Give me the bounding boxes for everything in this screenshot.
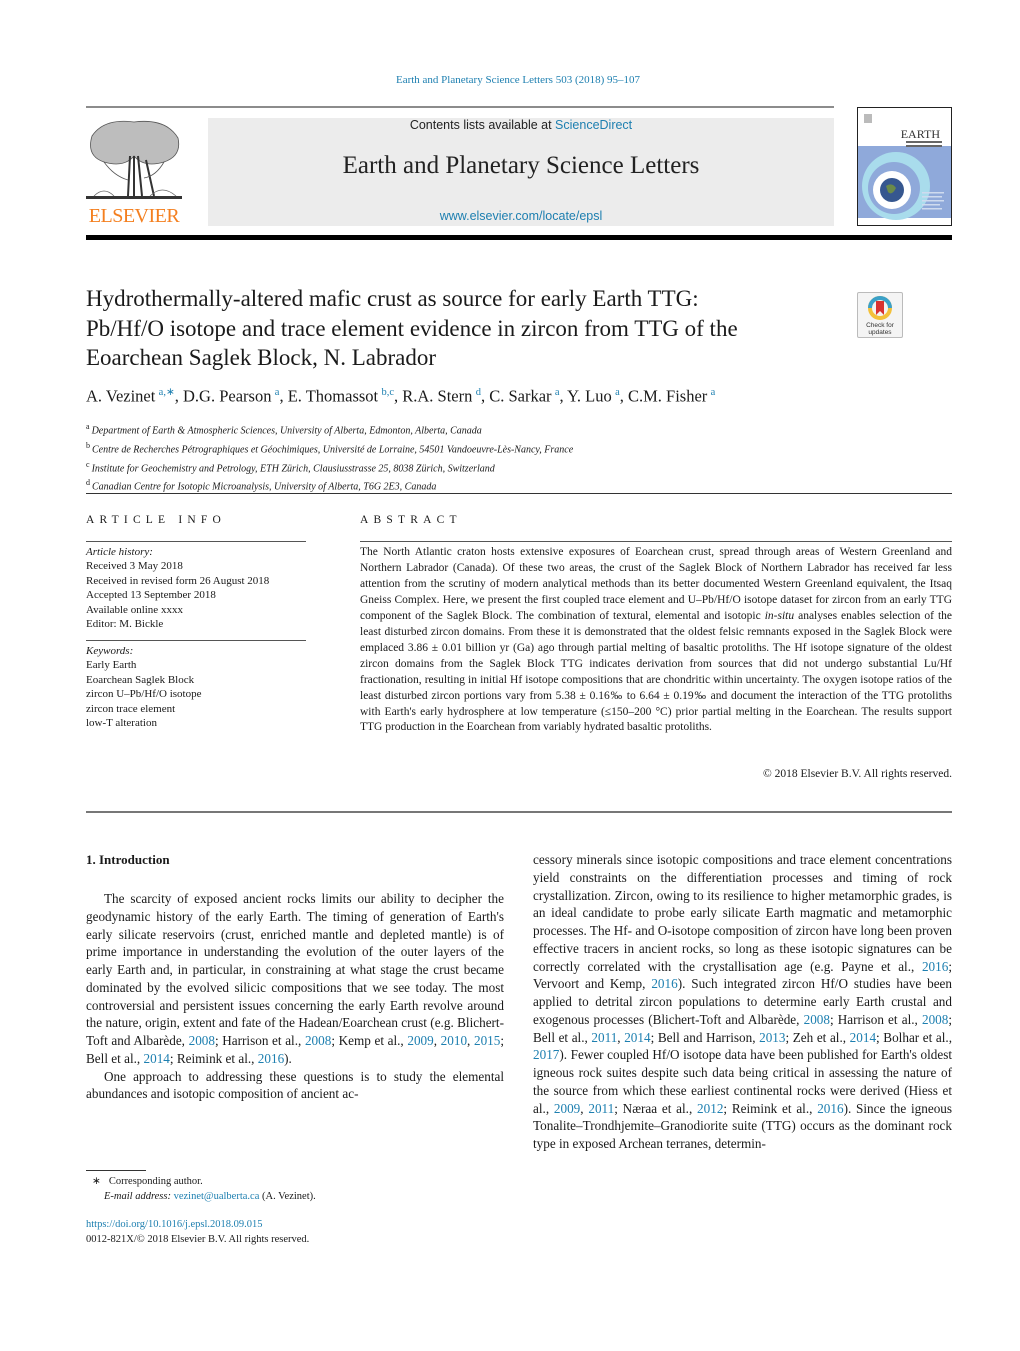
- doi-link[interactable]: https://doi.org/10.1016/j.epsl.2018.09.0…: [86, 1218, 309, 1233]
- citation-link[interactable]: 2014: [144, 1051, 170, 1066]
- contents-line: Contents lists available at ScienceDirec…: [208, 118, 834, 132]
- affiliation: c Institute for Geochemistry and Petrolog…: [86, 459, 495, 474]
- author-list: A. Vezinet a,∗, D.G. Pearson a, E. Thoma…: [86, 386, 716, 406]
- elsevier-tree-icon: [86, 120, 182, 199]
- check-for-updates-button[interactable]: Check for updates: [857, 292, 903, 338]
- citation-link[interactable]: 2009: [554, 1101, 580, 1116]
- body-rule: [86, 811, 952, 813]
- affiliations: a Department of Earth & Atmospheric Scien…: [86, 420, 573, 495]
- citation-link[interactable]: 2012: [697, 1101, 723, 1116]
- history-item: Accepted 13 September 2018: [86, 589, 216, 602]
- citation-link[interactable]: 2016: [258, 1051, 284, 1066]
- body-column-left: The scarcity of exposed ancient rocks li…: [86, 890, 504, 1103]
- journal-masthead: Contents lists available at ScienceDirec…: [208, 118, 834, 226]
- keyword: zircon U–Pb/Hf/O isotope: [86, 688, 202, 701]
- check-updates-label-2: updates: [868, 329, 892, 336]
- citation-link[interactable]: 2008: [305, 1033, 331, 1048]
- author-name[interactable]: D.G. Pearson: [183, 387, 271, 406]
- history-item: Editor: M. Bickle: [86, 618, 164, 631]
- abstract-copyright: © 2018 Elsevier B.V. All rights reserved…: [763, 768, 952, 780]
- check-updates-label-1: Check for: [866, 322, 895, 329]
- elsevier-logo[interactable]: ELSEVIER: [84, 116, 184, 228]
- author-name[interactable]: E. Thomassot: [288, 387, 378, 406]
- author-affiliation-mark[interactable]: a: [275, 387, 280, 398]
- affiliation: a Department of Earth & Atmospheric Scien…: [86, 422, 482, 437]
- author-affiliation-mark[interactable]: a: [555, 387, 560, 398]
- citation-link[interactable]: 2010: [441, 1033, 467, 1048]
- footnote-rule: [86, 1170, 146, 1171]
- citation-link[interactable]: 2014: [850, 1030, 876, 1045]
- title-line: Eoarchean Saglek Block, N. Labrador: [86, 345, 436, 370]
- article-history: Article history: Received 3 May 2018 Rec…: [86, 545, 269, 631]
- doi-block: https://doi.org/10.1016/j.epsl.2018.09.0…: [86, 1218, 309, 1247]
- citation-link[interactable]: 2008: [189, 1033, 215, 1048]
- keyword: Eoarchean Saglek Block: [86, 673, 195, 686]
- journal-url-link[interactable]: www.elsevier.com/locate/epsl: [208, 209, 834, 223]
- journal-cover-icon: EARTH: [858, 108, 951, 225]
- keyword: low-T alteration: [86, 717, 157, 730]
- abstract-text: The North Atlantic craton hosts extensiv…: [360, 546, 953, 734]
- footnote-marker: ∗: [92, 1176, 101, 1187]
- citation-link[interactable]: 2016: [922, 959, 948, 974]
- contents-prefix: Contents lists available at: [409, 118, 556, 132]
- author-name[interactable]: R.A. Stern: [402, 387, 472, 406]
- section-heading-introduction: 1. Introduction: [86, 852, 170, 867]
- journal-title: Earth and Planetary Science Letters: [342, 152, 700, 179]
- email-link[interactable]: vezinet@ualberta.ca: [174, 1191, 260, 1202]
- author-name[interactable]: C. Sarkar: [489, 387, 551, 406]
- body-column-right: cessory minerals since isotopic composit…: [533, 851, 952, 1153]
- history-item: Received 3 May 2018: [86, 560, 183, 573]
- article-info-heading: ARTICLE INFO: [86, 514, 226, 526]
- article-title: Hydrothermally-altered mafic crust as so…: [86, 284, 846, 373]
- paragraph: The scarcity of exposed ancient rocks li…: [86, 891, 505, 1066]
- keywords-label: Keywords:: [86, 645, 134, 657]
- article-info-rule: [86, 541, 306, 542]
- citation-link[interactable]: 2009: [407, 1033, 433, 1048]
- history-label: Article history:: [86, 546, 153, 558]
- history-item: Received in revised form 26 August 2018: [86, 574, 270, 587]
- keywords: Keywords: Early Earth Eoarchean Saglek B…: [86, 644, 201, 730]
- author-name[interactable]: Y. Luo: [567, 387, 612, 406]
- header-thick-rule: [86, 235, 952, 240]
- citation-link[interactable]: 2008: [804, 1012, 830, 1027]
- title-line: Pb/Hf/O isotope and trace element eviden…: [86, 315, 738, 341]
- corresponding-author-footnote: ∗ Corresponding author. E-mail address: v…: [92, 1176, 316, 1202]
- author-affiliation-mark[interactable]: d: [476, 387, 481, 398]
- issn-line: 0012-821X/© 2018 Elsevier B.V. All right…: [86, 1233, 310, 1245]
- paragraph: cessory minerals since isotopic composit…: [533, 852, 953, 1151]
- title-line: Hydrothermally-altered mafic crust as so…: [86, 286, 699, 311]
- cover-title: EARTH: [901, 127, 941, 141]
- citation-link[interactable]: 2013: [759, 1030, 785, 1045]
- history-item: Available online xxxx: [86, 603, 183, 616]
- journal-cover-thumbnail[interactable]: EARTH: [857, 107, 952, 226]
- author-affiliation-mark[interactable]: a: [615, 387, 620, 398]
- check-for-updates-icon: Check for updates: [866, 296, 895, 336]
- author-name[interactable]: C.M. Fisher: [628, 387, 707, 406]
- journal-citation-link[interactable]: Earth and Planetary Science Letters 503 …: [0, 74, 1020, 86]
- citation-link[interactable]: 2017: [533, 1047, 559, 1062]
- author-affiliation-mark[interactable]: a: [711, 387, 716, 398]
- citation-link[interactable]: 2016: [651, 976, 677, 991]
- author-affiliation-mark[interactable]: b,c: [381, 387, 394, 398]
- keywords-rule: [86, 640, 306, 641]
- affiliation: b Centre de Recherches Pétrographiques et…: [86, 440, 574, 456]
- citation-link[interactable]: 2016: [817, 1101, 843, 1116]
- sciencedirect-link[interactable]: ScienceDirect: [555, 118, 632, 132]
- citation-link[interactable]: 2011: [588, 1101, 614, 1116]
- author-name[interactable]: A. Vezinet: [86, 387, 155, 406]
- abstract-rule: [360, 541, 952, 542]
- header-rule: [86, 106, 834, 108]
- keyword: Early Earth: [86, 659, 137, 672]
- citation-link[interactable]: 2014: [624, 1030, 650, 1045]
- keyword: zircon trace element: [86, 702, 176, 715]
- elsevier-wordmark: ELSEVIER: [88, 205, 180, 227]
- citation-link[interactable]: 2011: [591, 1030, 617, 1045]
- citation-link[interactable]: 2015: [474, 1033, 500, 1048]
- author-affiliation-mark[interactable]: a,∗: [159, 387, 175, 398]
- paragraph: One approach to addressing these questio…: [86, 1068, 504, 1102]
- section-rule: [86, 493, 952, 494]
- citation-link[interactable]: 2008: [922, 1012, 948, 1027]
- abstract-heading: ABSTRACT: [360, 514, 462, 526]
